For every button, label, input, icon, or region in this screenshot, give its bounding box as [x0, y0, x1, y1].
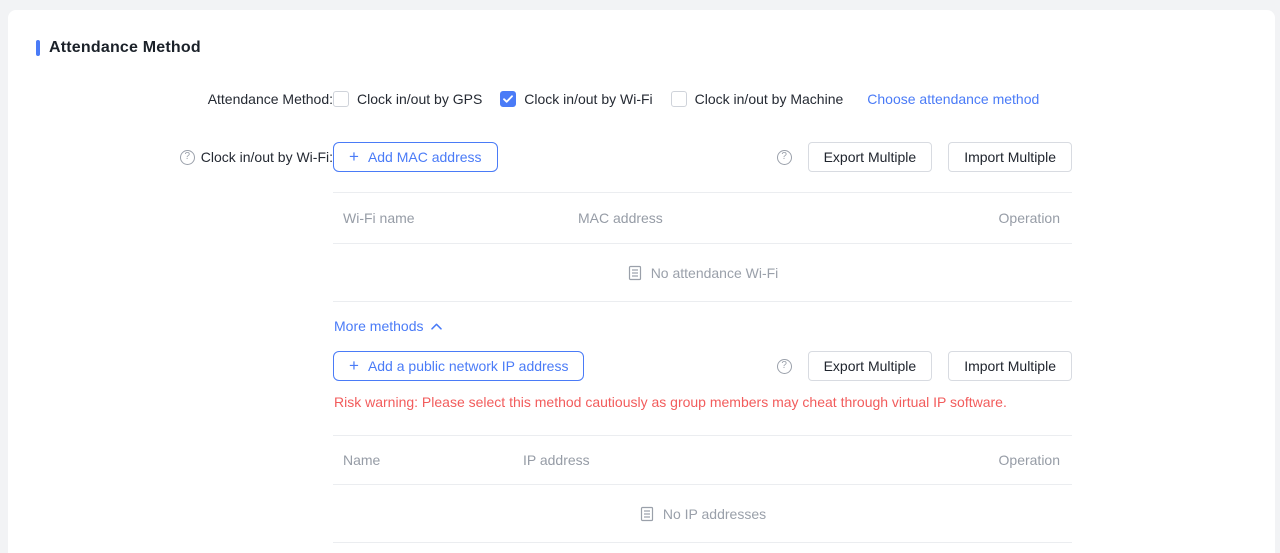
- gps-checkbox-label: Clock in/out by GPS: [357, 91, 482, 107]
- help-icon[interactable]: ?: [777, 150, 792, 165]
- page-header: Attendance Method: [36, 38, 1275, 58]
- more-methods-toggle[interactable]: More methods: [334, 316, 442, 336]
- risk-warning-text: Risk warning: Please select this method …: [334, 394, 1275, 414]
- attendance-method-options: Clock in/out by GPS Clock in/out by Wi-F…: [333, 91, 1072, 107]
- column-wifi-name: Wi-Fi name: [333, 210, 578, 226]
- wifi-method-label-group: ? Clock in/out by Wi-Fi:: [8, 149, 333, 165]
- checkbox-clock-gps[interactable]: Clock in/out by GPS: [333, 91, 482, 107]
- wifi-export-multiple-button[interactable]: Export Multiple: [808, 142, 933, 172]
- chevron-up-icon: [431, 323, 442, 330]
- ip-bulk-tools: ? Export Multiple Import Multiple: [777, 351, 1072, 381]
- plus-icon: +: [349, 357, 359, 374]
- wifi-checkbox[interactable]: [500, 91, 516, 107]
- add-mac-address-button[interactable]: + Add MAC address: [333, 142, 498, 172]
- plus-icon: +: [349, 148, 359, 165]
- column-operation: Operation: [999, 210, 1072, 226]
- checkmark-icon: [503, 95, 513, 103]
- document-icon: [627, 265, 643, 281]
- column-mac-address: MAC address: [578, 210, 999, 226]
- choose-attendance-method-link[interactable]: Choose attendance method: [867, 91, 1039, 107]
- machine-checkbox[interactable]: [671, 91, 687, 107]
- wifi-method-label: Clock in/out by Wi-Fi:: [201, 149, 333, 165]
- wifi-bulk-tools: ? Export Multiple Import Multiple: [777, 142, 1072, 172]
- wifi-method-row: ? Clock in/out by Wi-Fi: + Add MAC addre…: [8, 142, 1275, 172]
- wifi-checkbox-label: Clock in/out by Wi-Fi: [524, 91, 652, 107]
- wifi-import-multiple-button[interactable]: Import Multiple: [948, 142, 1072, 172]
- ip-table-empty-state: No IP addresses: [333, 485, 1072, 543]
- ip-export-multiple-button[interactable]: Export Multiple: [808, 351, 933, 381]
- wifi-toolbar: + Add MAC address ? Export Multiple Impo…: [333, 142, 1072, 172]
- ip-table: Name IP address Operation No IP addresse…: [333, 435, 1072, 543]
- ip-empty-text: No IP addresses: [663, 506, 766, 522]
- ip-toolbar: + Add a public network IP address ? Expo…: [333, 351, 1072, 381]
- column-ip-address: IP address: [523, 452, 999, 468]
- attendance-settings-card: Attendance Method Attendance Method: Clo…: [8, 10, 1275, 553]
- checkbox-clock-machine[interactable]: Clock in/out by Machine: [671, 91, 844, 107]
- column-name: Name: [333, 452, 523, 468]
- column-operation: Operation: [999, 452, 1072, 468]
- page-title: Attendance Method: [49, 39, 201, 57]
- wifi-table-header: Wi-Fi name MAC address Operation: [333, 192, 1072, 244]
- ip-import-multiple-button[interactable]: Import Multiple: [948, 351, 1072, 381]
- help-icon[interactable]: ?: [180, 150, 195, 165]
- attendance-method-row: Attendance Method: Clock in/out by GPS C…: [8, 89, 1275, 109]
- add-public-ip-button[interactable]: + Add a public network IP address: [333, 351, 584, 381]
- title-accent-bar: [36, 40, 40, 56]
- attendance-method-label: Attendance Method:: [8, 91, 333, 107]
- machine-checkbox-label: Clock in/out by Machine: [695, 91, 844, 107]
- checkbox-clock-wifi[interactable]: Clock in/out by Wi-Fi: [500, 91, 652, 107]
- help-icon[interactable]: ?: [777, 359, 792, 374]
- ip-table-header: Name IP address Operation: [333, 435, 1072, 485]
- gps-checkbox[interactable]: [333, 91, 349, 107]
- wifi-table: Wi-Fi name MAC address Operation No atte…: [333, 192, 1072, 302]
- document-icon: [639, 506, 655, 522]
- wifi-empty-text: No attendance Wi-Fi: [651, 265, 779, 281]
- wifi-table-empty-state: No attendance Wi-Fi: [333, 244, 1072, 302]
